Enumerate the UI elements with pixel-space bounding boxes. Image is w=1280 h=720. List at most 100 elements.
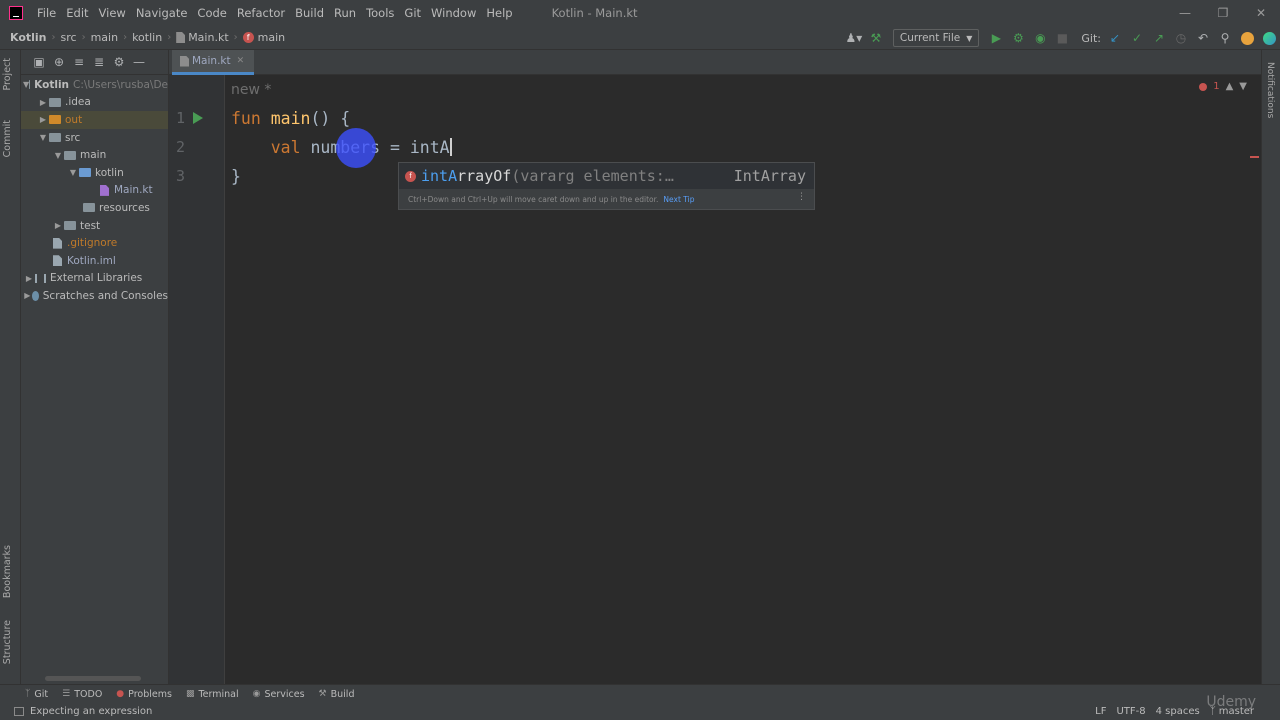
project-view-icon[interactable]: ▣ [29, 52, 49, 72]
tab-project[interactable]: Project [2, 58, 13, 91]
chevron-up-icon[interactable]: ▲ [1226, 81, 1234, 92]
horizontal-scrollbar[interactable] [45, 676, 141, 681]
rollback-icon[interactable]: ↶ [1192, 27, 1214, 49]
breadcrumb-function[interactable]: f main [242, 31, 285, 44]
folder-icon [49, 133, 61, 143]
tree-item-external-libraries[interactable]: ▶ External Libraries [21, 270, 168, 288]
debug-icon[interactable]: ⚙ [1007, 27, 1029, 49]
inspection-widget[interactable]: 1 ▲ ▼ [1199, 81, 1247, 92]
completion-item[interactable]: f intA rrayOf (vararg elements:… IntArray [399, 163, 814, 189]
tool-services[interactable]: ◉ Services [253, 689, 305, 700]
code-line-1: fun main() { [231, 109, 350, 128]
search-icon[interactable]: ⚲ [1214, 27, 1236, 49]
encoding-widget[interactable]: UTF-8 [1116, 706, 1145, 717]
tool-todo[interactable]: ☰ TODO [62, 689, 102, 700]
plugin-icon[interactable] [1258, 27, 1280, 49]
minimize-icon[interactable]: — [1166, 0, 1204, 26]
locate-icon[interactable]: ⊕ [49, 52, 69, 72]
history-icon[interactable]: ◷ [1170, 27, 1192, 49]
menu-edit[interactable]: Edit [62, 6, 92, 20]
tree-item-idea[interactable]: ▶ .idea [21, 94, 168, 112]
chevron-down-icon[interactable]: ▼ [37, 133, 49, 142]
user-icon[interactable]: ♟▾ [843, 27, 865, 49]
menu-tools[interactable]: Tools [362, 6, 398, 20]
terminal-icon: ▩ [185, 689, 195, 699]
breadcrumb-file[interactable]: Main.kt [176, 31, 229, 44]
run-icon[interactable]: ▶ [985, 27, 1007, 49]
breadcrumb-project[interactable]: Kotlin [10, 31, 47, 44]
code-line-3: } [231, 167, 241, 186]
run-configuration-select[interactable]: Current File ▼ [892, 29, 980, 47]
tree-item-scratches[interactable]: ▶ Scratches and Consoles [21, 287, 168, 305]
gear-icon[interactable]: ⚙ [109, 52, 129, 72]
update-icon[interactable] [1236, 27, 1258, 49]
expand-all-icon[interactable]: ≡ [69, 52, 89, 72]
folder-icon [29, 80, 31, 90]
tree-item-label: Kotlin.iml [67, 254, 116, 267]
tool-problems[interactable]: ● Problems [116, 689, 172, 700]
tool-build[interactable]: ⚒ Build [319, 689, 355, 700]
menu-code[interactable]: Code [193, 6, 230, 20]
chevron-right-icon[interactable]: ▶ [23, 291, 32, 300]
tool-label: Services [264, 688, 305, 700]
tool-git[interactable]: ᛉ Git [25, 689, 48, 700]
menu-build[interactable]: Build [291, 6, 328, 20]
tree-item-src[interactable]: ▼ src [21, 129, 168, 147]
hammer-build-icon[interactable]: ⚒ [865, 27, 887, 49]
run-gutter-icon[interactable] [193, 112, 203, 124]
coverage-icon[interactable]: ◉ [1029, 27, 1051, 49]
tree-item-kotlin[interactable]: ▼ kotlin [21, 164, 168, 182]
restore-icon[interactable]: ❐ [1204, 0, 1242, 26]
breadcrumb-kotlin[interactable]: kotlin [132, 31, 162, 44]
tree-item-kotlin-iml[interactable]: Kotlin.iml [21, 252, 168, 270]
tab-notifications[interactable]: Notifications [1265, 62, 1275, 118]
indent-widget[interactable]: 4 spaces [1156, 706, 1200, 717]
tool-label: Problems [128, 688, 172, 700]
status-toggle-icon[interactable] [14, 707, 24, 716]
tree-item-out[interactable]: ▶ out [21, 111, 168, 129]
tab-main-kt[interactable]: Main.kt ✕ [172, 50, 255, 75]
chevron-right-icon[interactable]: ▶ [37, 115, 49, 124]
stop-icon[interactable]: ■ [1051, 27, 1073, 49]
menu-navigate[interactable]: Navigate [132, 6, 192, 20]
tab-commit[interactable]: Commit [2, 120, 13, 157]
menu-window[interactable]: Window [427, 6, 480, 20]
git-commit-icon[interactable]: ✓ [1126, 27, 1148, 49]
tree-item-test[interactable]: ▶ test [21, 217, 168, 235]
chevron-down-icon[interactable]: ▼ [67, 168, 79, 177]
function-name: main [270, 109, 311, 128]
tree-item-resources[interactable]: resources [21, 199, 168, 217]
menu-view[interactable]: View [95, 6, 130, 20]
more-options-icon[interactable]: ⋮ [797, 192, 806, 202]
menu-git[interactable]: Git [400, 6, 425, 20]
breadcrumb-main[interactable]: main [91, 31, 118, 44]
tree-item-main-kt[interactable]: Main.kt [21, 182, 168, 200]
git-update-icon[interactable]: ↙ [1104, 27, 1126, 49]
tree-item-label: src [65, 131, 81, 144]
chevron-right-icon[interactable]: ▶ [23, 274, 35, 283]
line-separator-widget[interactable]: LF [1095, 706, 1106, 717]
menu-help[interactable]: Help [482, 6, 516, 20]
tree-item-main[interactable]: ▼ main [21, 146, 168, 164]
git-push-icon[interactable]: ↗ [1148, 27, 1170, 49]
tab-structure[interactable]: Structure [2, 620, 13, 664]
tool-terminal[interactable]: ▩ Terminal [186, 689, 239, 700]
breadcrumb-src[interactable]: src [61, 31, 77, 44]
tab-bookmarks[interactable]: Bookmarks [2, 545, 13, 598]
chevron-right-icon[interactable]: ▶ [52, 221, 64, 230]
close-icon[interactable]: ✕ [237, 56, 245, 66]
chevron-right-icon[interactable]: ▶ [37, 98, 49, 107]
next-tip-link[interactable]: Next Tip [663, 195, 694, 204]
chevron-down-icon[interactable]: ▼ [52, 151, 64, 160]
error-stripe-mark[interactable] [1250, 156, 1259, 158]
tool-label: Build [330, 688, 355, 700]
menu-run[interactable]: Run [330, 6, 360, 20]
chevron-down-icon[interactable]: ▼ [1239, 81, 1247, 92]
collapse-all-icon[interactable]: ≣ [89, 52, 109, 72]
menu-file[interactable]: File [33, 6, 60, 20]
tree-item-root[interactable]: ▼ Kotlin C:\Users\rusba\De [21, 76, 168, 94]
tree-item-gitignore[interactable]: .gitignore [21, 234, 168, 252]
menu-refactor[interactable]: Refactor [233, 6, 289, 20]
hide-icon[interactable]: — [129, 52, 149, 72]
close-icon[interactable]: ✕ [1242, 0, 1280, 26]
